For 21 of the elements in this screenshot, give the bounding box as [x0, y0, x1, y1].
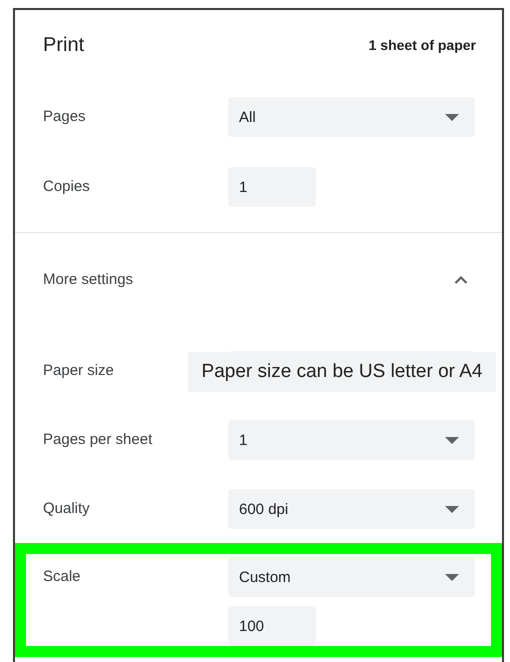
caret-icon	[445, 506, 459, 512]
setting-label: Quality	[43, 499, 90, 519]
setting-label: Pages per sheet	[43, 430, 152, 450]
dropdown[interactable]: 1	[228, 420, 475, 460]
sheet-count: 1 sheet of paper	[368, 37, 476, 53]
caret-icon	[445, 574, 459, 580]
dialog-title: Print	[43, 34, 84, 56]
caret-icon	[445, 114, 459, 120]
more-settings-label[interactable]: More settings	[43, 260, 134, 300]
dropdown[interactable]: 600 dpi	[228, 489, 475, 529]
dropdown[interactable]: All	[228, 97, 475, 137]
setting-label: Scale	[43, 567, 81, 587]
setting-label: Paper size	[43, 361, 114, 381]
annotation-tooltip: Paper size can be US letter or A4	[188, 352, 496, 392]
chevron-icon[interactable]	[454, 275, 468, 284]
setting-label: Copies	[43, 177, 90, 197]
caret-icon	[445, 436, 459, 444]
dropdown[interactable]: Custom	[228, 557, 475, 597]
setting-label: Pages	[43, 107, 86, 127]
number-field[interactable]: 1	[228, 167, 316, 207]
number-field[interactable]: 100	[228, 606, 316, 646]
